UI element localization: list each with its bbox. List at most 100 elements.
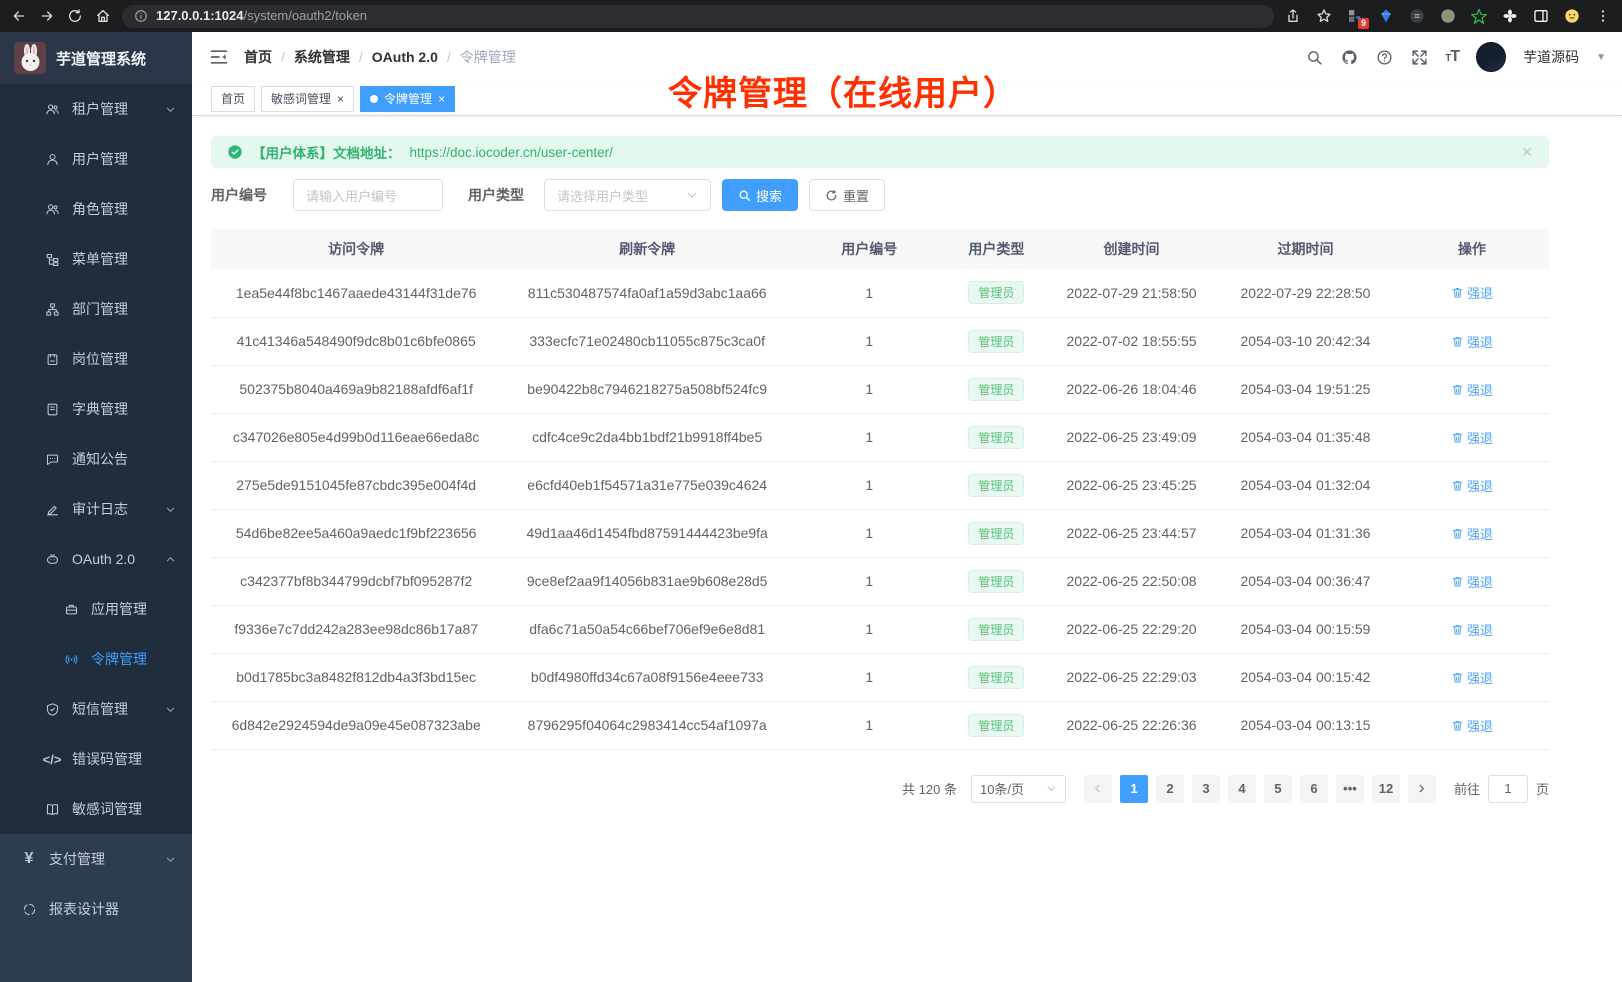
force-logout-button[interactable]: 强退	[1451, 620, 1493, 639]
user-type-tag: 管理员	[968, 474, 1024, 497]
tab-令牌管理[interactable]: 令牌管理×	[360, 86, 455, 112]
force-logout-button[interactable]: 强退	[1451, 572, 1493, 591]
table-row: f9336e7c7dd242a283ee98dc86b17a87dfa6c71a…	[211, 605, 1549, 653]
page-button-12[interactable]: 12	[1372, 775, 1400, 803]
sidebar-item-oauth2[interactable]: OAuth 2.0	[0, 534, 192, 584]
table-row: c347026e805e4d99b0d116eae66eda8ccdfc4ce9…	[211, 413, 1549, 461]
tab-敏感词管理[interactable]: 敏感词管理×	[261, 86, 354, 112]
sidebar-item-oauth2-token[interactable]: 令牌管理	[0, 634, 192, 684]
chat-icon	[44, 451, 60, 467]
page-button-1[interactable]: 1	[1120, 775, 1148, 803]
force-logout-button[interactable]: 强退	[1451, 476, 1493, 495]
page-button-5[interactable]: 5	[1264, 775, 1292, 803]
sidebar-item-report[interactable]: 报表设计器	[0, 884, 192, 934]
goto-page-input[interactable]	[1488, 775, 1528, 803]
page-button-4[interactable]: 4	[1228, 775, 1256, 803]
sidebar-menu: 租户管理用户管理角色管理菜单管理部门管理岗位管理字典管理通知公告审计日志OAut…	[0, 84, 192, 934]
sidebar-item-error-code[interactable]: </>错误码管理	[0, 734, 192, 784]
sidebar-item-oauth2-app[interactable]: 应用管理	[0, 584, 192, 634]
next-page-button[interactable]	[1408, 775, 1436, 803]
access-token-cell: 1ea5e44f8bc1467aaede43144f31de76	[211, 269, 501, 317]
goto-label: 前往	[1454, 779, 1480, 798]
expire-time-cell: 2054-03-04 01:31:36	[1216, 509, 1395, 557]
expire-time-cell: 2054-03-04 00:15:59	[1216, 605, 1395, 653]
search-button[interactable]: 搜索	[722, 179, 798, 211]
sidebar-item-pay[interactable]: ¥支付管理	[0, 834, 192, 884]
sidebar-item-user[interactable]: 用户管理	[0, 134, 192, 184]
sidebar-item-label: 菜单管理	[72, 249, 128, 269]
sidebar-item-post[interactable]: 岗位管理	[0, 334, 192, 384]
refresh-token-cell: 9ce8ef2aa9f14056b831ae9b608e28d5	[501, 557, 793, 605]
green-star-extension-icon[interactable]	[1470, 7, 1488, 25]
browser-menu-icon[interactable]	[1594, 7, 1612, 25]
access-token-cell: 54d6be82ee5a460a9aedc1f9bf223656	[211, 509, 501, 557]
reset-button[interactable]: 重置	[809, 179, 885, 211]
page-button-3[interactable]: 3	[1192, 775, 1220, 803]
force-logout-button[interactable]: 强退	[1451, 668, 1493, 687]
trash-icon	[1451, 286, 1464, 299]
force-logout-button[interactable]: 强退	[1451, 524, 1493, 543]
sidebar-item-sensitive-word[interactable]: 敏感词管理	[0, 784, 192, 834]
breadcrumb-item[interactable]: 系统管理	[294, 47, 350, 67]
search-icon[interactable]	[1305, 48, 1323, 66]
breadcrumb-item[interactable]: 首页	[244, 47, 272, 67]
bookmark-star-icon[interactable]	[1315, 7, 1333, 25]
page-size-select[interactable]: 10条/页	[971, 775, 1066, 803]
browser-reload-icon[interactable]	[66, 7, 84, 25]
url-path: /system/oauth2/token	[243, 8, 367, 23]
force-logout-button[interactable]: 强退	[1451, 283, 1493, 302]
share-icon[interactable]	[1284, 7, 1302, 25]
token-table: 访问令牌刷新令牌用户编号用户类型创建时间过期时间操作 1ea5e44f8bc14…	[211, 229, 1549, 750]
force-logout-button[interactable]: 强退	[1451, 716, 1493, 735]
refresh-token-cell: cdfc4ce9c2da4bb1bdf21b9918ff4be5	[501, 413, 793, 461]
sidebar-item-sms[interactable]: 短信管理	[0, 684, 192, 734]
fullscreen-icon[interactable]	[1410, 48, 1428, 66]
browser-back-icon[interactable]	[10, 7, 28, 25]
sidebar-item-dept[interactable]: 部门管理	[0, 284, 192, 334]
sidebar-item-dict[interactable]: 字典管理	[0, 384, 192, 434]
panel-extension-icon[interactable]	[1532, 7, 1550, 25]
sidebar-item-audit-log[interactable]: 审计日志	[0, 484, 192, 534]
user-id-input[interactable]: 请输入用户编号	[293, 179, 443, 211]
sidebar-item-menu[interactable]: 菜单管理	[0, 234, 192, 284]
force-logout-button[interactable]: 强退	[1451, 332, 1493, 351]
sidebar-item-role[interactable]: 角色管理	[0, 184, 192, 234]
gem-extension-icon[interactable]	[1377, 7, 1395, 25]
dark-circle-extension-icon[interactable]	[1408, 7, 1426, 25]
site-info-icon[interactable]	[134, 9, 148, 23]
avatar[interactable]	[1476, 42, 1506, 72]
alert-close-icon[interactable]: ✕	[1521, 144, 1533, 161]
help-icon[interactable]	[1375, 48, 1393, 66]
emoji-extension-icon[interactable]	[1563, 7, 1581, 25]
page-button-2[interactable]: 2	[1156, 775, 1184, 803]
browser-forward-icon[interactable]	[38, 7, 56, 25]
alert-doc-link[interactable]: https://doc.iocoder.cn/user-center/	[410, 145, 613, 160]
prev-page-button[interactable]	[1084, 775, 1112, 803]
force-logout-button[interactable]: 强退	[1451, 380, 1493, 399]
pinwheel-extension-icon[interactable]	[1501, 7, 1519, 25]
refresh-token-cell: be90422b8c7946218275a508bf524fc9	[501, 365, 793, 413]
page-button-6[interactable]: 6	[1300, 775, 1328, 803]
font-size-icon[interactable]: TT	[1445, 48, 1459, 66]
extension-grid-icon[interactable]: 9	[1346, 7, 1364, 25]
browser-home-icon[interactable]	[94, 7, 112, 25]
username[interactable]: 芋道源码	[1523, 47, 1579, 67]
tab-首页[interactable]: 首页	[211, 86, 255, 112]
user-id-cell: 1	[793, 317, 946, 365]
chevron-down-icon	[686, 189, 698, 201]
user-type-select[interactable]: 请选择用户类型	[544, 179, 711, 211]
force-logout-button[interactable]: 强退	[1451, 428, 1493, 447]
sidebar-item-tenant[interactable]: 租户管理	[0, 84, 192, 134]
github-icon[interactable]	[1340, 48, 1358, 66]
close-icon[interactable]: ×	[337, 93, 344, 105]
column-header: 操作	[1395, 229, 1549, 269]
sidebar-item-notice[interactable]: 通知公告	[0, 434, 192, 484]
action-cell: 强退	[1395, 701, 1549, 749]
page-ellipsis[interactable]: •••	[1336, 775, 1364, 803]
breadcrumb-item[interactable]: OAuth 2.0	[372, 49, 438, 65]
chevron-down-icon[interactable]: ▼	[1596, 52, 1606, 63]
close-icon[interactable]: ×	[438, 93, 445, 105]
sidebar-collapse-icon[interactable]	[209, 47, 229, 67]
green-circle-extension-icon[interactable]	[1439, 7, 1457, 25]
url-bar[interactable]: 127.0.0.1:1024/system/oauth2/token	[122, 5, 1274, 28]
